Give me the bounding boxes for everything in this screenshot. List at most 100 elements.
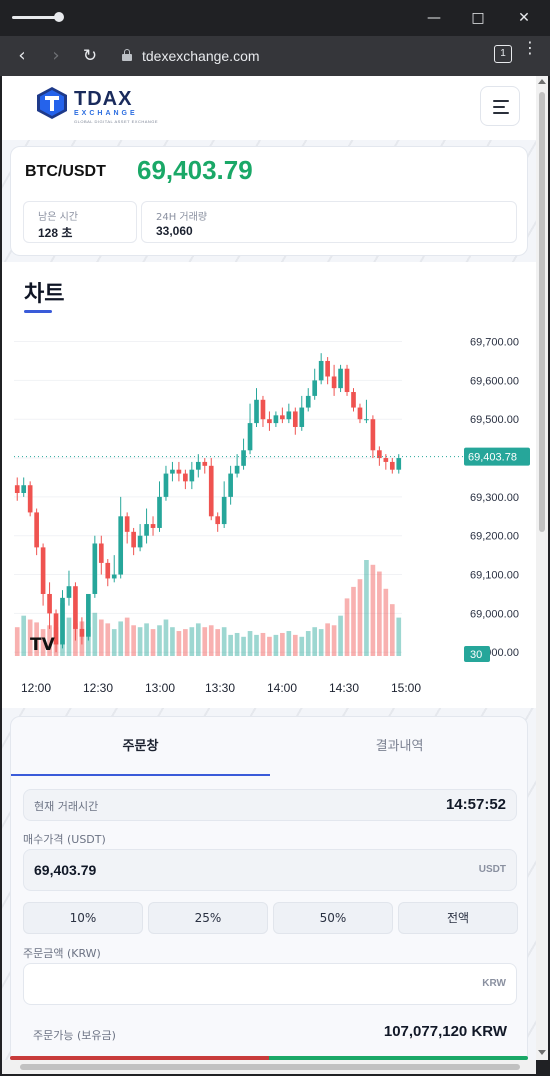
tdax-logo-icon[interactable] [36, 86, 68, 120]
candle-body [47, 593, 52, 614]
volume-bar [305, 631, 311, 656]
candle-body [305, 395, 311, 408]
volume-bar [144, 623, 149, 656]
volume-bar [176, 631, 182, 656]
remaining-time-value: 128 초 [38, 226, 73, 240]
order-panel: 주문창 결과내역 현재 거래시간 14:57:52 매수가격 (USDT) 69… [10, 716, 528, 1060]
volume-bar [98, 619, 104, 656]
vertical-scrollbar[interactable] [536, 76, 548, 1060]
candle-body [144, 524, 149, 536]
active-tab-indicator [11, 774, 270, 776]
y-tick-label: 69,200.00 [470, 531, 519, 543]
volume-bar [286, 631, 292, 656]
buy-price-field[interactable]: 69,403.79 USDT [23, 849, 517, 891]
pct-25-button[interactable]: 25% [148, 902, 268, 934]
hamburger-menu-button[interactable] [480, 86, 520, 126]
kebab-menu-icon[interactable]: ⋮ [522, 40, 538, 65]
candle-body [150, 524, 156, 528]
chart-title-underline [24, 310, 52, 313]
volume-bar [66, 617, 72, 656]
pct-all-button[interactable]: 전액 [398, 902, 518, 934]
slider-knob[interactable] [54, 12, 64, 22]
horizontal-scroll-thumb[interactable] [20, 1064, 520, 1070]
volume-bar [228, 634, 233, 656]
forward-icon[interactable]: › [44, 44, 68, 68]
scroll-down-arrow-icon[interactable] [538, 1050, 546, 1055]
pct-10-button[interactable]: 10% [23, 902, 143, 934]
trade-time-label: 현재 거래시간 [34, 800, 99, 813]
volume-bar [396, 617, 402, 656]
candle-body [137, 535, 143, 548]
x-tick-label: 14:00 [267, 681, 297, 695]
buy-price-unit: USDT [478, 864, 506, 875]
amount-input[interactable]: KRW [23, 963, 517, 1005]
volume-bar [137, 627, 143, 656]
candle-body [318, 360, 324, 381]
candle-body [202, 461, 208, 466]
volume-bar [280, 632, 285, 656]
tab-order[interactable]: 주문창 [11, 725, 270, 769]
candle-body [325, 360, 330, 377]
candle-body [292, 411, 298, 427]
volume-bar [124, 617, 130, 656]
vertical-scroll-thumb[interactable] [539, 92, 545, 532]
candle-body [189, 469, 195, 482]
candle-body [273, 415, 279, 424]
tab-count-button[interactable]: 1 [494, 45, 512, 63]
candle-body [21, 485, 27, 493]
lock-icon [122, 49, 132, 61]
candle-body [170, 469, 175, 474]
logo-subtitle: EXCHANGE [74, 110, 138, 117]
volume-bar [163, 619, 169, 656]
volume-bar [377, 571, 382, 656]
volume-bar [183, 629, 188, 656]
minimize-icon[interactable]: — [424, 8, 444, 28]
volume-bar [118, 621, 124, 656]
reload-icon[interactable]: ↻ [78, 44, 102, 68]
volume-bar [318, 629, 324, 656]
back-icon[interactable]: ‹ [10, 44, 34, 68]
volume-bar [312, 627, 318, 656]
trading-pair: BTC/USDT [25, 163, 106, 180]
x-tick-label: 12:00 [21, 681, 51, 695]
candle-body [396, 458, 402, 470]
logo-title: TDAX [74, 88, 133, 110]
y-tick-label: 69,300.00 [470, 492, 519, 504]
candle-body [260, 399, 266, 420]
last-price-label: 69,403.78 [468, 452, 517, 464]
hamburger-menu-icon [493, 100, 509, 102]
volume-bar [254, 634, 259, 656]
candle-body [124, 516, 130, 532]
volume-bar [331, 625, 337, 656]
volume-bar [299, 636, 305, 656]
volume-bar [241, 636, 246, 656]
volume-bar [14, 627, 20, 656]
volume-value: 33,060 [156, 224, 193, 238]
candle-body [66, 586, 72, 598]
y-tick-label: 69,100.00 [470, 570, 519, 582]
browser-titlebar: — □ ✕ [0, 0, 550, 36]
tab-results[interactable]: 결과내역 [270, 725, 529, 769]
available-value: 107,077,120 KRW [383, 1023, 507, 1040]
close-icon[interactable]: ✕ [514, 8, 534, 28]
remaining-time-label: 남은 시간 [38, 212, 78, 223]
candle-body [221, 496, 227, 525]
volume-bar [131, 625, 136, 656]
price-chart[interactable]: 68,900.0069,000.0069,100.0069,200.0069,3… [2, 320, 536, 706]
candle-body [228, 473, 233, 497]
scroll-up-arrow-icon[interactable] [538, 79, 546, 84]
candle-body [176, 469, 182, 474]
address-bar[interactable]: tdexexchange.com [112, 42, 482, 70]
volume-bar [215, 629, 221, 656]
horizontal-scrollbar[interactable] [2, 1060, 536, 1074]
volume-bar [92, 612, 98, 656]
volume-bar [208, 625, 214, 656]
volume-bar [157, 625, 162, 656]
volume-bar [195, 623, 201, 656]
maximize-icon[interactable]: □ [468, 8, 488, 28]
pct-50-button[interactable]: 50% [273, 902, 393, 934]
y-tick-label: 69,700.00 [470, 337, 519, 349]
volume-bar [260, 632, 266, 656]
volume-bar [247, 631, 253, 656]
candle-body [267, 419, 272, 424]
